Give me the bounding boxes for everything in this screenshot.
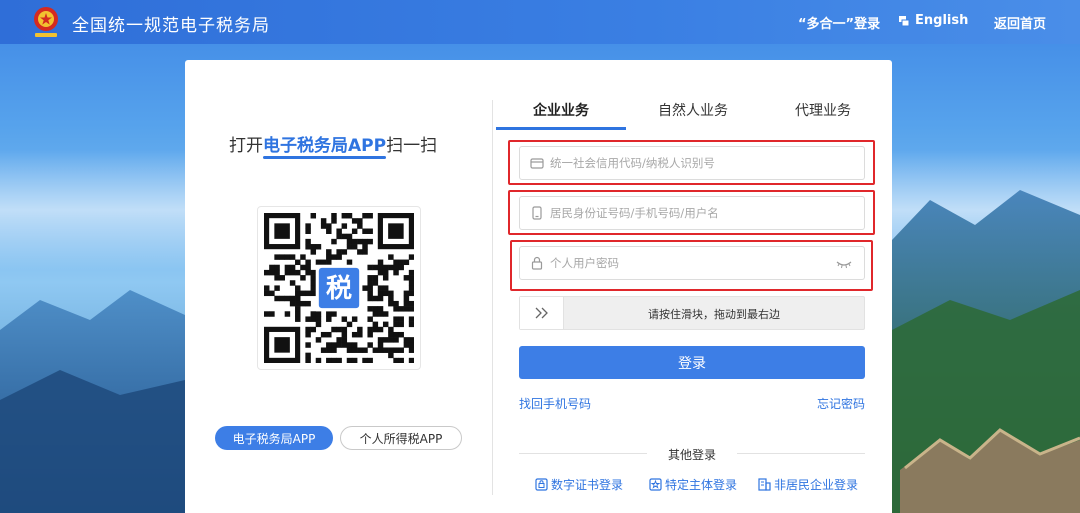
language-icon — [899, 15, 910, 26]
credit-code-input[interactable]: 统一社会信用代码/纳税人识别号 — [519, 146, 865, 180]
active-tab-indicator — [496, 127, 626, 130]
special-entity-login-link[interactable]: 特定主体登录 — [649, 476, 737, 493]
app-toggle-etax[interactable]: 电子税务局APP — [215, 426, 333, 450]
eye-closed-icon[interactable] — [836, 258, 852, 270]
tab-enterprise[interactable]: 企业业务 — [533, 100, 589, 120]
vertical-divider — [492, 100, 493, 495]
credit-code-placeholder: 统一社会信用代码/纳税人识别号 — [550, 156, 715, 170]
id-placeholder: 居民身份证号码/手机号码/用户名 — [550, 206, 719, 220]
scan-app-name: 电子税务局APP — [263, 136, 387, 156]
special-entity-login-label: 特定主体登录 — [665, 478, 738, 492]
phone-icon — [532, 206, 542, 220]
english-label: English — [915, 13, 969, 28]
id-phone-username-input[interactable]: 居民身份证号码/手机号码/用户名 — [519, 196, 865, 230]
qr-code-frame: 税 — [257, 206, 421, 370]
password-input[interactable]: 个人用户密码 — [519, 246, 865, 280]
multi-login-link[interactable]: “多合一”登录 — [798, 13, 880, 32]
card-icon — [530, 158, 544, 169]
qr-center-label: 税 — [326, 274, 352, 304]
scan-prefix: 打开 — [229, 136, 263, 156]
login-button[interactable]: 登录 — [519, 346, 865, 379]
app-toggle-iit[interactable]: 个人所得税APP — [340, 426, 462, 450]
tax-emblem-icon — [34, 7, 58, 37]
enterprise-icon — [758, 478, 771, 491]
scan-instruction: 打开电子税务局APP扫一扫 — [229, 131, 437, 156]
slider-instruction: 请按住滑块，拖动到最右边 — [648, 308, 780, 321]
back-home-link[interactable]: 返回首页 — [994, 13, 1046, 32]
divider-left — [519, 453, 647, 454]
certificate-icon — [535, 478, 548, 491]
star-badge-icon — [649, 478, 662, 491]
divider-right — [737, 453, 865, 454]
recover-phone-link[interactable]: 找回手机号码 — [519, 395, 591, 412]
forgot-password-link[interactable]: 忘记密码 — [817, 395, 865, 412]
non-resident-login-link[interactable]: 非居民企业登录 — [758, 476, 858, 493]
qr-code: 税 — [264, 213, 414, 363]
english-language-link[interactable]: English — [898, 13, 968, 28]
site-title: 全国统一规范电子税务局 — [72, 16, 270, 36]
slide-verification: 请按住滑块，拖动到最右边 — [519, 296, 865, 330]
double-chevron-right-icon — [535, 307, 548, 319]
top-header: 全国统一规范电子税务局 “多合一”登录 English 返回首页 — [0, 0, 1080, 44]
tab-individual[interactable]: 自然人业务 — [658, 100, 728, 120]
login-card: 打开电子税务局APP扫一扫 税 电子税务局APP 个人所得税APP 企业业务 自… — [185, 60, 892, 513]
lock-icon — [531, 256, 543, 270]
certificate-login-link[interactable]: 数字证书登录 — [535, 476, 623, 493]
tab-agent[interactable]: 代理业务 — [795, 100, 851, 120]
slider-handle[interactable] — [520, 297, 564, 329]
non-resident-login-label: 非居民企业登录 — [774, 478, 859, 492]
other-login-label: 其他登录 — [667, 448, 716, 462]
password-placeholder: 个人用户密码 — [550, 256, 619, 270]
certificate-login-label: 数字证书登录 — [551, 478, 624, 492]
scan-suffix: 扫一扫 — [386, 136, 438, 156]
login-type-tabs: 企业业务 自然人业务 代理业务 — [496, 90, 892, 130]
